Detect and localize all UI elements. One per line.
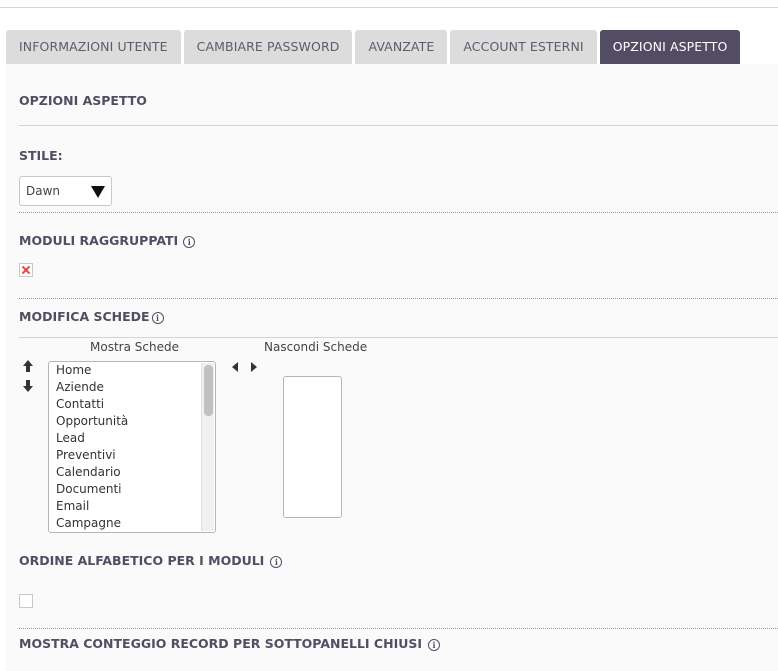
list-item[interactable]: Aziende xyxy=(49,379,215,396)
list-item[interactable]: Calendario xyxy=(49,464,215,481)
tab-appearance-options[interactable]: OPZIONI ASPETTO xyxy=(599,30,741,64)
section-title: OPZIONI ASPETTO xyxy=(19,93,147,108)
tab-user-info[interactable]: INFORMAZIONI UTENTE xyxy=(6,30,181,64)
alpha-order-heading: ORDINE ALFABETICO PER I MODULI i xyxy=(19,553,283,568)
list-item[interactable]: Campagne xyxy=(49,515,215,532)
edit-tabs-heading: MODIFICA SCHEDE i xyxy=(19,309,164,324)
list-item[interactable]: Email xyxy=(49,498,215,515)
alpha-order-checkbox[interactable] xyxy=(19,594,33,608)
hide-tabs-listbox[interactable] xyxy=(283,376,342,518)
hide-tabs-label: Nascondi Schede xyxy=(264,340,368,354)
move-right-arrow-icon[interactable] xyxy=(251,362,257,372)
info-icon[interactable]: i xyxy=(183,235,196,248)
list-item[interactable]: Lead xyxy=(49,430,215,447)
list-item[interactable]: Opportunità xyxy=(49,413,215,430)
grouped-modules-label: MODULI RAGGRUPPATI xyxy=(19,233,179,248)
dotted-divider xyxy=(19,212,778,213)
list-item[interactable]: Home xyxy=(49,362,215,379)
grouped-modules-heading: MODULI RAGGRUPPATI i xyxy=(19,233,196,248)
subpanel-count-heading: MOSTRA CONTEGGIO RECORD PER SOTTOPANELLI… xyxy=(19,636,441,651)
scrollbar-thumb[interactable] xyxy=(204,365,213,416)
move-up-arrow-icon[interactable] xyxy=(23,360,33,372)
show-tabs-label: Mostra Schede xyxy=(90,340,179,354)
tab-change-password[interactable]: CAMBIARE PASSWORD xyxy=(183,30,353,64)
tab-external-accounts[interactable]: ACCOUNT ESTERNI xyxy=(450,30,597,64)
info-icon[interactable]: i xyxy=(151,311,164,324)
show-tabs-listbox[interactable]: Home Aziende Contatti Opportunità Lead P… xyxy=(48,361,216,533)
move-down-arrow-icon[interactable] xyxy=(23,380,33,392)
move-left-arrow-icon[interactable] xyxy=(232,362,238,372)
section-divider xyxy=(19,337,778,338)
style-label: STILE: xyxy=(19,148,63,163)
dotted-divider xyxy=(19,298,778,299)
dotted-divider xyxy=(19,628,778,629)
list-item[interactable]: Contatti xyxy=(49,396,215,413)
grouped-modules-checkbox[interactable] xyxy=(19,263,33,277)
alpha-order-label: ORDINE ALFABETICO PER I MODULI xyxy=(19,553,265,568)
top-divider xyxy=(0,0,778,8)
info-icon[interactable]: i xyxy=(428,638,441,651)
style-select-value: Dawn xyxy=(26,184,61,198)
subpanel-count-label: MOSTRA CONTEGGIO RECORD PER SOTTOPANELLI… xyxy=(19,636,423,651)
tab-advanced[interactable]: AVANZATE xyxy=(355,30,448,64)
info-icon[interactable]: i xyxy=(270,555,283,568)
edit-tabs-label: MODIFICA SCHEDE xyxy=(19,309,150,324)
tab-bar: INFORMAZIONI UTENTE CAMBIARE PASSWORD AV… xyxy=(6,30,743,64)
chevron-down-icon xyxy=(91,186,105,198)
list-item[interactable]: Documenti xyxy=(49,481,215,498)
style-select[interactable]: Dawn xyxy=(19,176,112,206)
section-divider xyxy=(19,125,778,126)
list-item[interactable]: Preventivi xyxy=(49,447,215,464)
